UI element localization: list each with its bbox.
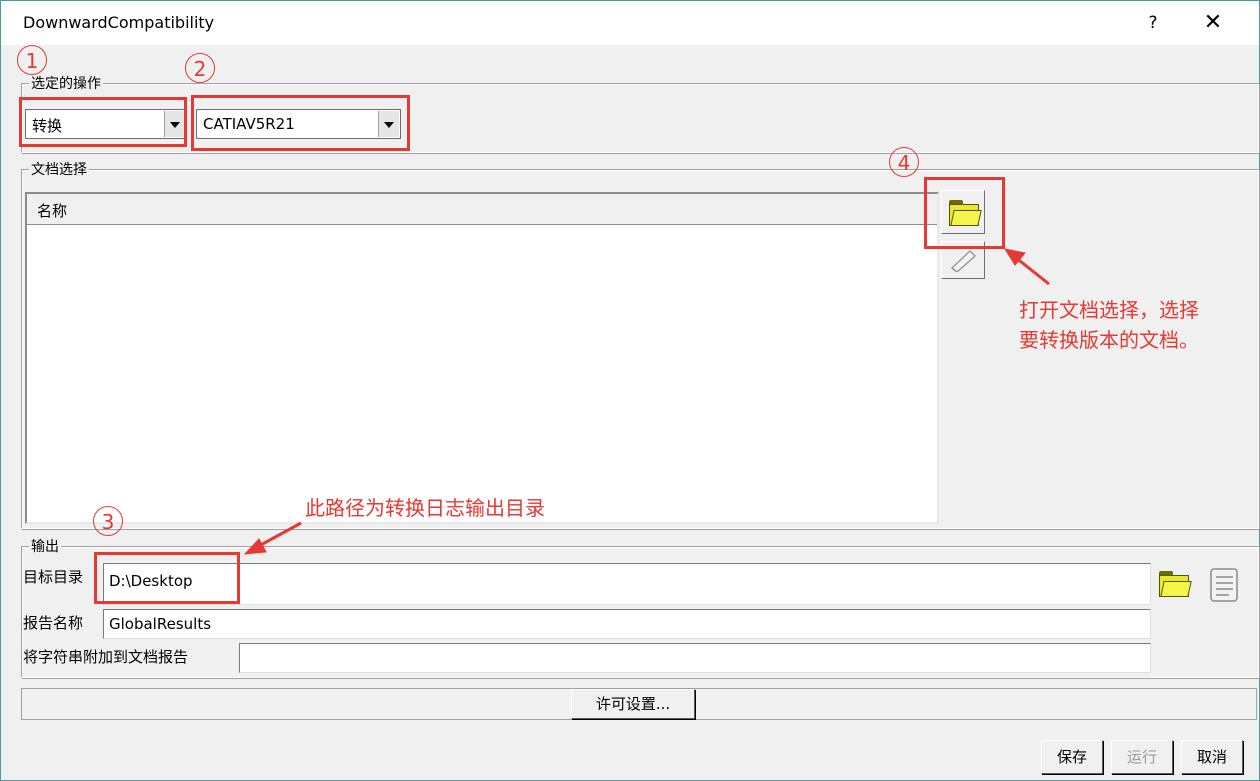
annotation-arrows (243, 248, 1050, 555)
arrow-to-open-button (1003, 248, 1050, 286)
dialog-window: DownwardCompatibility ? ✕ 选定的操作 转换 CATIA… (0, 0, 1260, 781)
arrow-to-target-dir (243, 521, 302, 555)
